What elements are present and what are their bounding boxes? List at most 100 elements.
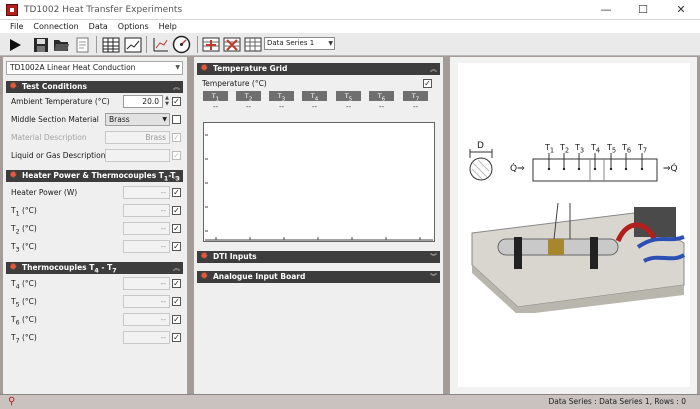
apparatus-image xyxy=(471,203,686,313)
t7-checkbox[interactable]: ✓ xyxy=(172,333,181,342)
heater-power-header[interactable]: ✹ Heater Power & Thermocouples T1-T3 ︽ xyxy=(6,170,183,183)
menu-connection[interactable]: Connection xyxy=(29,20,84,33)
grid-value-t1: -- xyxy=(212,103,219,111)
test-conditions-header[interactable]: ✹ Test Conditions ︽ xyxy=(6,81,183,93)
thermocouple-markers xyxy=(547,153,644,171)
connection-icon: ⚲ xyxy=(8,396,16,407)
clear-table-icon xyxy=(244,37,261,52)
thermocouple-labels: T1 T2 T3 T4 T5 T6 T7 xyxy=(545,143,655,173)
liquid-gas-field xyxy=(105,149,170,162)
temperature-grid-checkbox[interactable]: ✓ xyxy=(423,79,432,88)
grid-header-t3: T3 xyxy=(269,91,294,102)
data-series-select[interactable]: Data Series 1 ▼ xyxy=(264,37,335,50)
graph-settings-button[interactable] xyxy=(151,35,170,54)
table-view-button[interactable] xyxy=(101,35,120,54)
gauge-button[interactable] xyxy=(172,35,191,54)
analogue-input-header[interactable]: ✹ Analogue Input Board ︾ xyxy=(197,271,440,283)
gear-icon: ✹ xyxy=(9,170,18,181)
t7-field: -- xyxy=(123,331,170,344)
close-button[interactable]: ✕ xyxy=(664,0,698,20)
grid-header-t4: T4 xyxy=(302,91,327,102)
middle-section-checkbox[interactable] xyxy=(172,115,181,124)
menu-file[interactable]: File xyxy=(6,20,29,33)
grid-header-t2-sub: 2 xyxy=(248,96,253,103)
t5-field: -- xyxy=(123,295,170,308)
grid-value-t4: -- xyxy=(311,103,318,111)
expand-icon[interactable]: ︾ xyxy=(430,251,437,263)
expand-icon[interactable]: ︾ xyxy=(430,271,437,283)
t2-checkbox[interactable]: ✓ xyxy=(172,224,181,233)
window-title: TD1002 Heat Transfer Experiments xyxy=(24,5,183,15)
t5-checkbox[interactable]: ✓ xyxy=(172,297,181,306)
graph-view-button[interactable] xyxy=(123,35,142,54)
middle-section-value: Brass xyxy=(109,115,130,124)
graph-pen-icon xyxy=(153,38,168,52)
collapse-icon[interactable]: ︽ xyxy=(173,81,180,93)
t3-label: T3 (°C) xyxy=(11,241,37,257)
dti-inputs-title: DTI Inputs xyxy=(213,252,257,261)
sample-select[interactable]: TD1002A Linear Heat Conduction ▼ xyxy=(6,61,183,75)
folder-icon xyxy=(54,40,69,51)
t3-checkbox[interactable]: ✓ xyxy=(172,242,181,251)
heat-flow-in-label: Q̇⇒ xyxy=(510,164,525,174)
ambient-temperature-spinner[interactable]: ▲ ▼ xyxy=(164,95,170,108)
t1-field: -- xyxy=(123,204,170,217)
t1-label: T1 (°C) xyxy=(11,205,37,221)
grid-header-t2: T2 xyxy=(236,91,261,103)
t4-label: T4 (°C) xyxy=(11,278,37,294)
menu-options[interactable]: Options xyxy=(114,20,155,33)
middle-section-label: Middle Section Material xyxy=(11,115,99,124)
play-icon xyxy=(9,38,21,51)
material-description-label: Material Description xyxy=(11,133,87,142)
heater-power-checkbox[interactable]: ✓ xyxy=(172,188,181,197)
t6-checkbox[interactable]: ✓ xyxy=(172,315,181,324)
collapse-icon[interactable]: ︽ xyxy=(430,63,437,75)
t4-checkbox[interactable]: ✓ xyxy=(172,279,181,288)
run-button[interactable] xyxy=(5,35,24,54)
collapse-icon[interactable]: ︽ xyxy=(173,262,180,274)
grid-header-t1: T1 xyxy=(203,91,228,103)
thermocouples-header[interactable]: ✹ Thermocouples T4 - T7 ︽ xyxy=(6,262,183,275)
open-button[interactable] xyxy=(52,35,71,54)
title-bar: TD1002 Heat Transfer Experiments — ☐ ✕ xyxy=(0,0,700,20)
delete-row-button[interactable] xyxy=(222,35,241,54)
clear-data-button[interactable] xyxy=(243,35,262,54)
analogue-input-title: Analogue Input Board xyxy=(213,272,306,281)
menu-data[interactable]: Data xyxy=(85,20,114,33)
delete-row-icon xyxy=(223,37,240,52)
export-button[interactable] xyxy=(73,35,92,54)
status-bar: ⚲ Data Series : Data Series 1, Rows : 0 xyxy=(0,394,700,409)
collapse-icon[interactable]: ︽ xyxy=(173,170,180,182)
minimize-button[interactable]: — xyxy=(589,0,623,20)
chevron-down-icon: ▼ xyxy=(162,116,167,123)
thermo-header-sub2: 7 xyxy=(112,267,117,275)
ambient-temperature-input[interactable]: 20.0 xyxy=(123,95,163,108)
maximize-button[interactable]: ☐ xyxy=(626,0,660,20)
middle-section-select[interactable]: Brass ▼ xyxy=(105,113,170,126)
t1-checkbox[interactable]: ✓ xyxy=(172,206,181,215)
t7-label-unit: (°C) xyxy=(19,333,37,342)
grid-header-t1-sub: 1 xyxy=(215,96,220,103)
thermo-header-dash: - T xyxy=(98,263,113,272)
t2-label-unit: (°C) xyxy=(19,224,37,233)
gear-icon: ✹ xyxy=(9,81,18,92)
data-series-value: Data Series 1 xyxy=(267,39,315,47)
temperature-grid-header[interactable]: ✹ Temperature Grid ︽ xyxy=(197,63,440,75)
ambient-temperature-checkbox[interactable]: ✓ xyxy=(172,97,181,106)
grid-value-t5: -- xyxy=(345,103,352,111)
t6-field: -- xyxy=(123,313,170,326)
save-button[interactable] xyxy=(31,35,50,54)
liquid-gas-label: Liquid or Gas Description xyxy=(11,151,106,160)
gear-icon: ✹ xyxy=(200,271,209,282)
app-icon xyxy=(6,4,18,16)
t3-label-unit: (°C) xyxy=(19,242,37,251)
t6-label: T6 (°C) xyxy=(11,314,37,330)
grid-header-t6-sub: 6 xyxy=(381,96,386,103)
add-row-button[interactable] xyxy=(201,35,220,54)
temperature-grid-title: Temperature Grid xyxy=(213,64,288,73)
liquid-gas-checkbox: ✓ xyxy=(172,151,181,160)
menu-help[interactable]: Help xyxy=(155,20,183,33)
dti-inputs-header[interactable]: ✹ DTI Inputs ︾ xyxy=(197,251,440,263)
document-icon xyxy=(76,37,89,52)
temperature-grid-label: Temperature (°C) xyxy=(202,79,267,88)
